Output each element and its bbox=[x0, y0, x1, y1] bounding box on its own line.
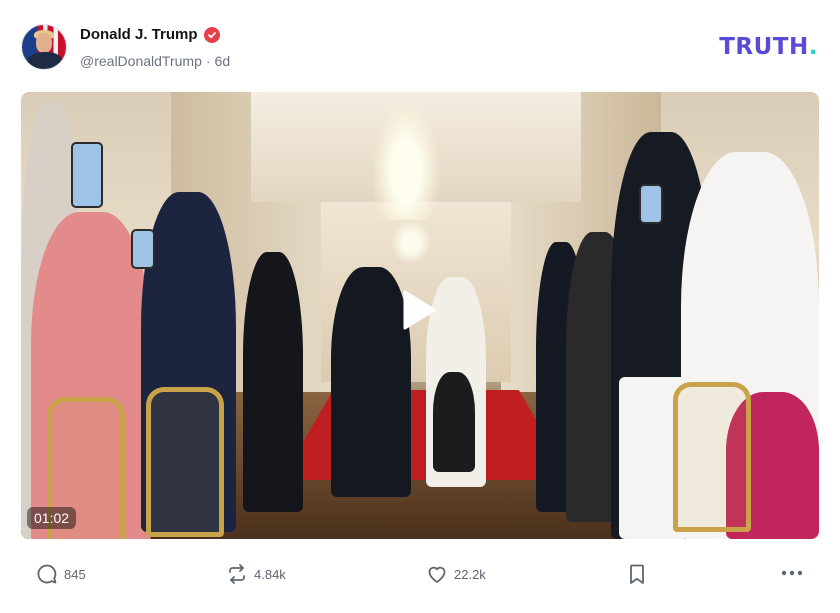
author-avatar[interactable] bbox=[21, 24, 67, 70]
thumb-phone bbox=[639, 184, 663, 224]
brand-logo-text: TRUTH bbox=[719, 34, 809, 60]
more-dots-icon bbox=[781, 570, 803, 576]
video-player[interactable]: 01:02 bbox=[21, 92, 819, 539]
bookmark-icon bbox=[627, 563, 647, 585]
video-duration: 01:02 bbox=[27, 507, 77, 529]
thumb-chair bbox=[146, 387, 224, 537]
thumb-chandelier bbox=[371, 100, 441, 220]
truth-social-logo[interactable]: TRUTH. bbox=[719, 34, 818, 60]
retruth-button[interactable]: 4.84k bbox=[226, 563, 286, 585]
heart-icon bbox=[426, 563, 448, 585]
avatar-suit bbox=[27, 52, 63, 69]
more-options-button[interactable] bbox=[781, 570, 803, 576]
meta-separator: · bbox=[205, 53, 211, 69]
thumb-phone bbox=[71, 142, 103, 208]
reply-icon bbox=[36, 563, 58, 585]
play-icon[interactable] bbox=[401, 289, 437, 331]
thumb-phone bbox=[131, 229, 155, 269]
thumb-person-detail bbox=[433, 372, 475, 472]
retruth-icon bbox=[226, 563, 248, 585]
author-handle-row: @realDonaldTrump · 6d bbox=[80, 53, 230, 69]
thumb-chair bbox=[673, 382, 751, 532]
thumb-person bbox=[243, 252, 303, 512]
author-handle[interactable]: @realDonaldTrump bbox=[80, 53, 202, 69]
avatar-face bbox=[36, 33, 52, 53]
post-action-bar: 845 4.84k 22.2k bbox=[0, 558, 840, 592]
author-name-row: Donald J. Trump bbox=[80, 26, 220, 43]
reply-count: 845 bbox=[64, 566, 86, 582]
brand-logo-dot: . bbox=[808, 34, 818, 60]
like-button[interactable]: 22.2k bbox=[426, 563, 486, 585]
like-count: 22.2k bbox=[454, 566, 486, 582]
reply-button[interactable]: 845 bbox=[36, 563, 86, 585]
author-display-name[interactable]: Donald J. Trump bbox=[80, 26, 198, 43]
post-time[interactable]: 6d bbox=[215, 53, 231, 69]
retruth-count: 4.84k bbox=[254, 566, 286, 582]
thumb-person bbox=[331, 267, 411, 497]
verified-badge-icon bbox=[203, 26, 220, 43]
thumb-chandelier-far bbox=[391, 220, 431, 265]
bookmark-button[interactable] bbox=[627, 563, 647, 585]
